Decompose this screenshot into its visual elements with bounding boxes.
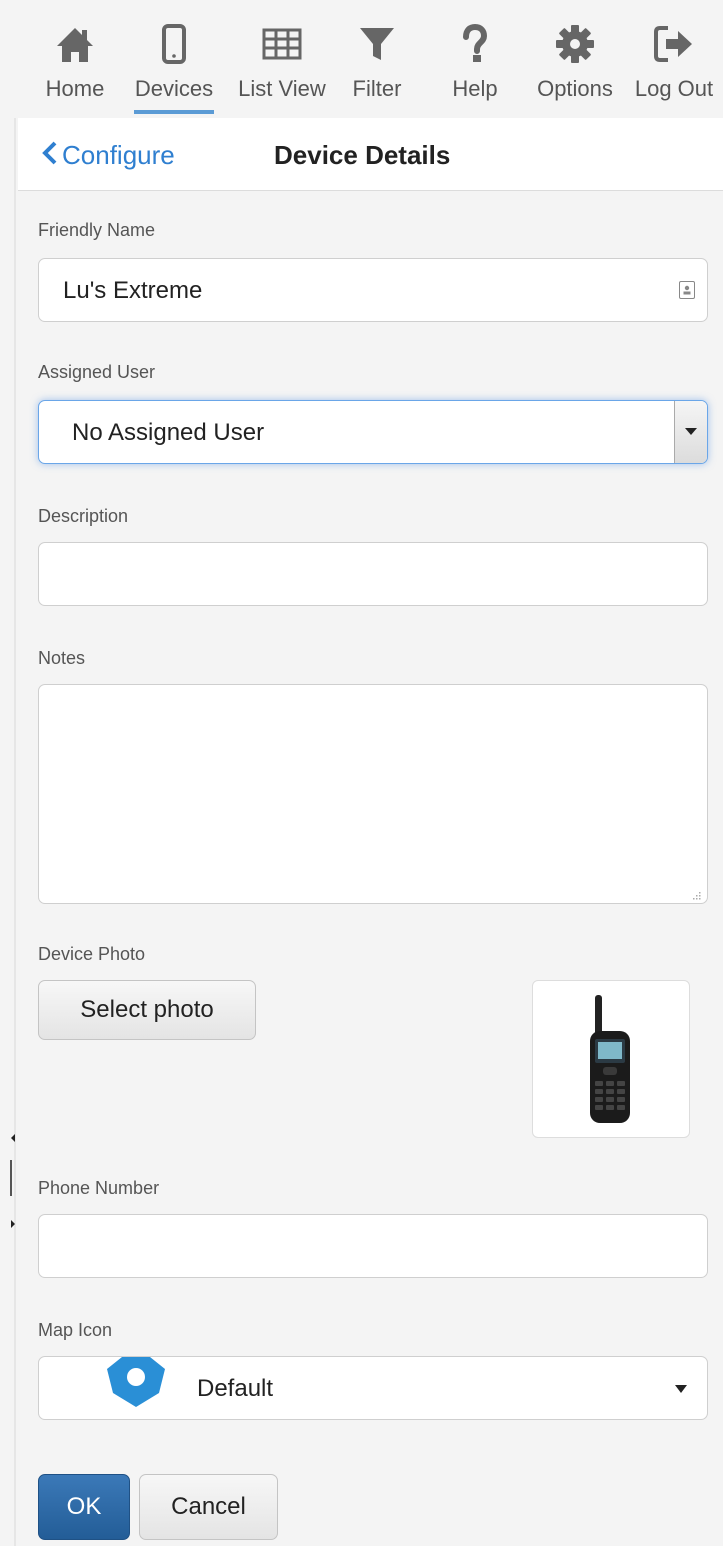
phone-number-field[interactable]	[38, 1214, 708, 1278]
assigned-user-dropdown-button[interactable]	[674, 401, 707, 463]
toolbar-options-label: Options	[537, 76, 613, 101]
ok-button[interactable]: OK	[38, 1474, 130, 1540]
assigned-user-value: No Assigned User	[72, 419, 265, 446]
toolbar-list-view-button[interactable]: List View	[230, 0, 334, 118]
map-icon-value: Default	[197, 1375, 274, 1402]
toolbar-help-button[interactable]: Help	[444, 0, 506, 118]
chevron-left-icon	[40, 140, 58, 173]
phone-icon	[152, 22, 196, 66]
resize-handle-icon[interactable]	[691, 887, 701, 900]
description-field[interactable]	[38, 542, 708, 606]
page-title: Device Details	[274, 140, 451, 170]
question-icon	[453, 22, 497, 66]
back-link-label: Configure	[62, 140, 175, 170]
home-icon	[53, 22, 97, 66]
map-marker-icon	[105, 1357, 167, 1407]
phone-number-label: Phone Number	[38, 1178, 160, 1198]
toolbar-devices-label: Devices	[134, 76, 214, 101]
back-link[interactable]: Configure	[40, 140, 175, 173]
active-tab-indicator	[134, 110, 214, 114]
map-icon-label: Map Icon	[38, 1320, 113, 1340]
friendly-name-label: Friendly Name	[38, 220, 156, 240]
toolbar-logout-label: Log Out	[634, 76, 714, 101]
device-photo-label: Device Photo	[38, 944, 146, 964]
assigned-user-select[interactable]: No Assigned User	[38, 400, 708, 464]
grid-icon	[260, 22, 304, 66]
toolbar-help-label: Help	[452, 76, 498, 101]
splitter-arrow-left-icon[interactable]	[10, 1130, 16, 1148]
toolbar-list-view-label: List View	[238, 76, 326, 101]
satellite-phone-image	[590, 995, 630, 1123]
logout-icon	[652, 22, 696, 66]
map-icon-select[interactable]: Default	[38, 1356, 708, 1420]
toolbar-logout-button[interactable]: Log Out	[630, 0, 718, 118]
toolbar-home-button[interactable]: Home	[36, 0, 114, 118]
select-photo-button[interactable]: Select photo	[38, 980, 256, 1040]
toolbar-filter-button[interactable]: Filter	[344, 0, 410, 118]
device-photo-thumbnail[interactable]	[532, 980, 690, 1138]
description-label: Description	[38, 506, 129, 526]
gear-icon	[553, 22, 597, 66]
toolbar-home-label: Home	[45, 76, 105, 101]
friendly-name-field[interactable]: Lu's Extreme	[38, 258, 708, 322]
top-toolbar: Home Devices List View Filter Help Optio…	[0, 0, 723, 118]
splitter-arrow-right-icon[interactable]	[10, 1216, 16, 1234]
cancel-button[interactable]: Cancel	[139, 1474, 278, 1540]
toolbar-options-button[interactable]: Options	[530, 0, 620, 118]
caret-down-icon	[675, 1385, 687, 1393]
page-header: Configure Device Details	[18, 118, 723, 191]
contact-card-icon[interactable]	[679, 281, 695, 299]
friendly-name-value: Lu's Extreme	[63, 277, 203, 304]
splitter-handle[interactable]	[10, 1160, 12, 1196]
filter-icon	[355, 22, 399, 66]
notes-textarea[interactable]	[38, 684, 708, 904]
panel-divider	[14, 118, 16, 1546]
toolbar-filter-label: Filter	[352, 76, 402, 101]
toolbar-devices-button[interactable]: Devices	[128, 0, 220, 118]
caret-down-icon	[685, 428, 697, 435]
assigned-user-label: Assigned User	[38, 362, 156, 382]
notes-label: Notes	[38, 648, 86, 668]
